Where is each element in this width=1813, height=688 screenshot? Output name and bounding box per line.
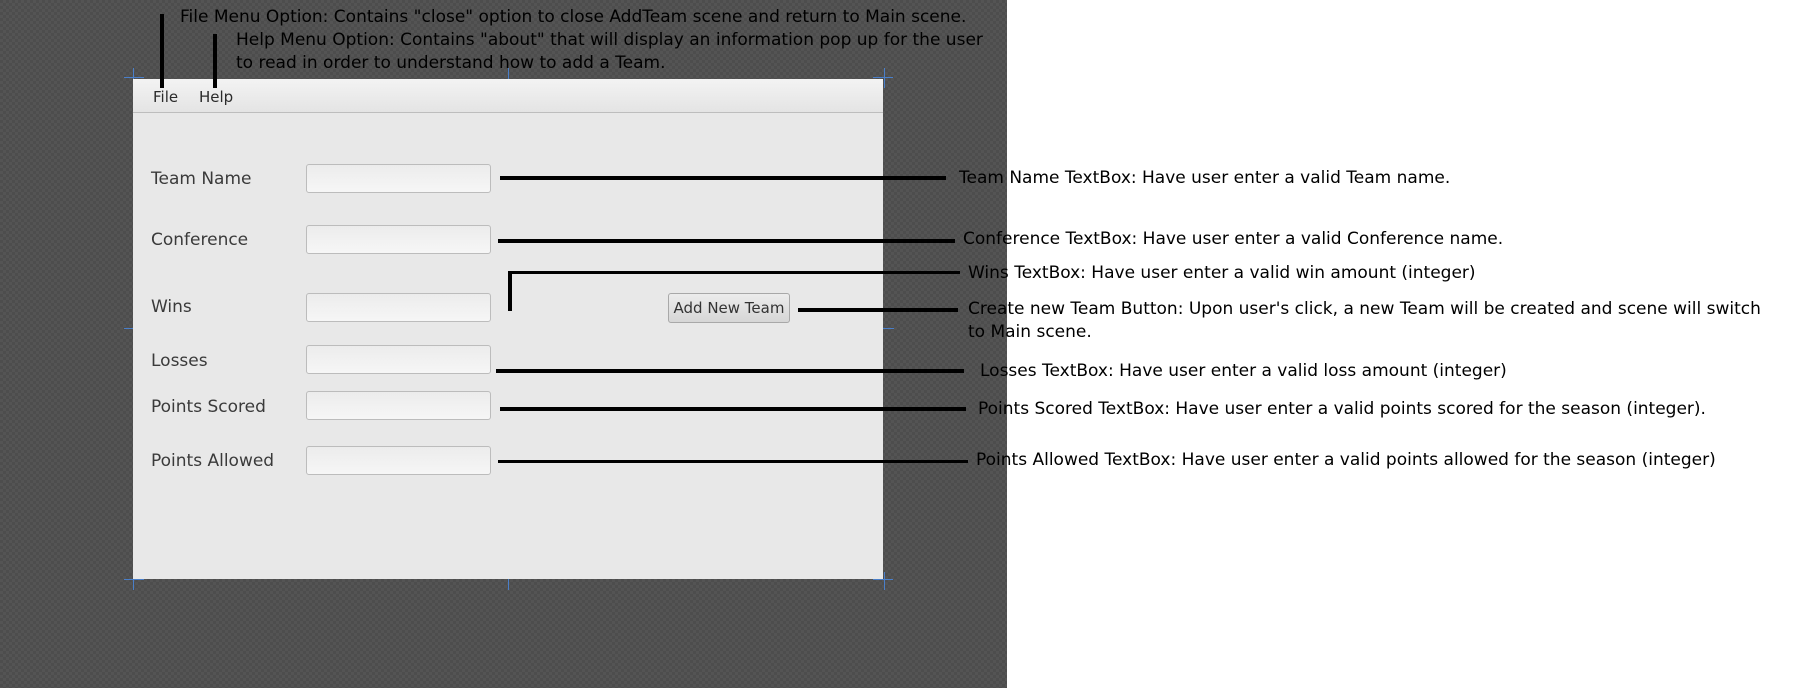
conference-callout-line [498, 239, 955, 243]
team-name-callout-line [500, 176, 946, 180]
guide-mark [124, 77, 144, 78]
points-allowed-callout-line [498, 460, 968, 463]
conference-label: Conference [151, 230, 249, 250]
file-callout-line [160, 14, 164, 88]
losses-label: Losses [151, 351, 208, 371]
file-menu[interactable]: File [153, 88, 178, 106]
points-allowed-textbox[interactable] [306, 446, 491, 475]
losses-textbox[interactable] [306, 345, 491, 374]
points-scored-callout-line [500, 407, 966, 411]
add-new-team-button[interactable]: Add New Team [668, 293, 790, 323]
losses-callout-line [496, 369, 964, 373]
points-allowed-annotation: Points Allowed TextBox: Have user enter … [976, 450, 1716, 470]
menu-bar: File Help [133, 79, 883, 113]
wins-label: Wins [151, 297, 192, 317]
guide-mark [873, 77, 893, 78]
guide-mark [873, 579, 893, 580]
add-button-callout-line [798, 308, 958, 312]
add-team-window: File Help Team Name Conference Wins Add … [133, 79, 883, 579]
conference-textbox[interactable] [306, 225, 491, 254]
losses-annotation: Losses TextBox: Have user enter a valid … [980, 361, 1507, 381]
points-allowed-label: Points Allowed [151, 451, 275, 471]
points-scored-annotation: Points Scored TextBox: Have user enter a… [978, 399, 1706, 419]
team-name-textbox[interactable] [306, 164, 491, 193]
wins-callout-line [508, 271, 512, 311]
points-scored-textbox[interactable] [306, 391, 491, 420]
help-callout-line [213, 34, 217, 88]
add-button-annotation: Create new Team Button: Upon user's clic… [968, 299, 1761, 342]
wins-annotation: Wins TextBox: Have user enter a valid wi… [968, 263, 1476, 283]
conference-annotation: Conference TextBox: Have user enter a va… [963, 229, 1504, 249]
wins-callout-line [508, 271, 960, 274]
wins-textbox[interactable] [306, 293, 491, 322]
file-menu-annotation: File Menu Option: Contains "close" optio… [180, 7, 967, 27]
help-menu[interactable]: Help [199, 88, 233, 106]
team-name-label: Team Name [151, 169, 252, 189]
team-name-annotation: Team Name TextBox: Have user enter a val… [959, 168, 1451, 188]
guide-mark [884, 572, 885, 590]
guide-mark [124, 579, 144, 580]
help-menu-annotation: Help Menu Option: Contains "about" that … [236, 30, 983, 73]
points-scored-label: Points Scored [151, 397, 266, 417]
